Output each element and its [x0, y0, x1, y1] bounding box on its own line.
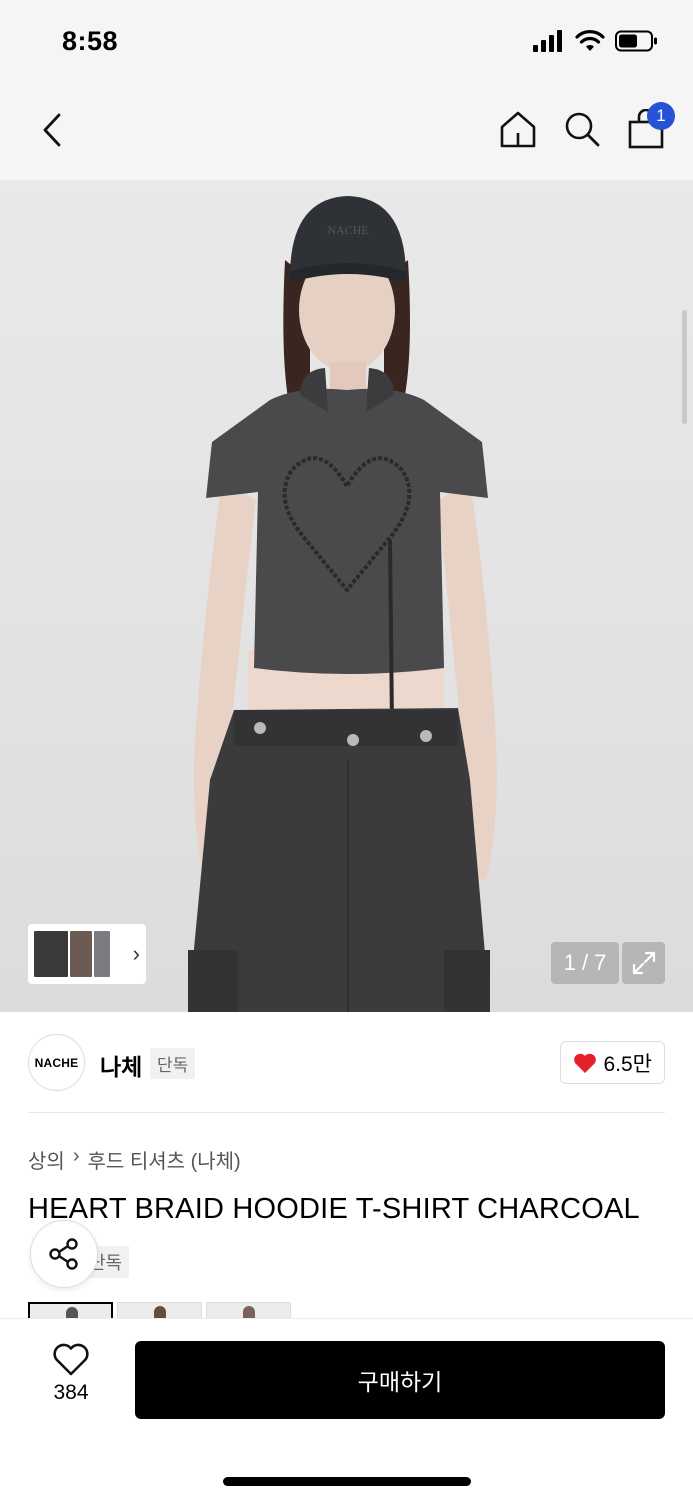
share-button[interactable] — [30, 1220, 98, 1288]
gallery-thumbnail-strip[interactable]: › — [28, 924, 146, 984]
status-icons — [533, 30, 659, 52]
status-bar: 8:58 — [0, 0, 693, 88]
breadcrumb-subcategory[interactable]: 후드 티셔츠 (나체) — [87, 1145, 240, 1174]
wifi-icon — [575, 30, 605, 51]
battery-icon — [615, 30, 657, 52]
breadcrumb: 상의 › 후드 티셔츠 (나체) — [28, 1145, 241, 1174]
back-icon — [43, 113, 61, 147]
expand-icon — [632, 951, 655, 975]
scrollbar — [682, 310, 687, 424]
brand-name[interactable]: 나체 — [100, 1048, 142, 1082]
home-button[interactable] — [495, 104, 541, 154]
cart-badge: 1 — [647, 102, 675, 130]
home-indicator — [223, 1477, 471, 1486]
buy-button[interactable]: 구매하기 — [135, 1341, 665, 1419]
back-button[interactable] — [30, 108, 74, 152]
home-icon — [500, 111, 536, 148]
search-icon — [565, 112, 600, 147]
brand-logo[interactable]: NACHE — [28, 1034, 85, 1091]
breadcrumb-category[interactable]: 상의 — [28, 1145, 65, 1174]
exclusive-badge: 단독 — [150, 1048, 196, 1079]
top-nav: 1 — [0, 88, 693, 180]
product-photo: NACHE — [188, 196, 497, 1012]
mini-thumbnail — [34, 931, 68, 977]
product-title: HEART BRAID HOODIE T-SHIRT CHARCOAL — [28, 1193, 640, 1225]
mini-thumbnail — [94, 931, 110, 977]
share-icon — [49, 1238, 78, 1270]
brand-like-count: 6.5만 — [603, 1052, 652, 1076]
chevron-right-icon: › — [132, 941, 140, 966]
search-button[interactable] — [559, 104, 605, 154]
status-time: 8:58 — [62, 26, 119, 56]
cart-button[interactable]: 1 — [623, 102, 675, 154]
brand-like-button[interactable]: 6.5만 — [560, 1041, 665, 1084]
product-image-gallery[interactable]: NACHE › 1 / 7 — [0, 180, 693, 1012]
brand-row: NACHE 나체 단독 6.5만 — [28, 1034, 665, 1092]
nav-actions: 1 — [495, 102, 675, 154]
image-counter: 1 / 7 — [551, 942, 619, 984]
cap-logo-text: NACHE — [327, 223, 368, 237]
wishlist-count: 384 — [53, 1381, 89, 1404]
bottom-action-bar: 384 구매하기 — [0, 1318, 693, 1500]
expand-button[interactable] — [622, 942, 665, 984]
signal-icon — [533, 30, 562, 52]
breadcrumb-separator: › — [72, 1145, 80, 1167]
wishlist-button[interactable]: 384 — [34, 1343, 108, 1423]
heart-icon — [53, 1343, 89, 1376]
heart-filled-icon — [574, 1053, 597, 1073]
mini-thumbnail — [70, 931, 92, 977]
divider — [28, 1112, 665, 1113]
